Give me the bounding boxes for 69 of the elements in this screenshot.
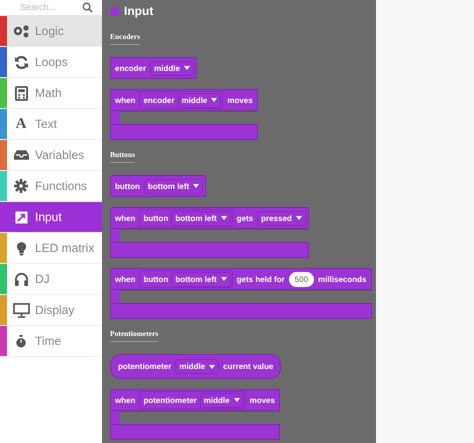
block-arm (110, 111, 120, 124)
block-label: gets (236, 214, 254, 222)
calculator-icon (14, 86, 28, 100)
code-block[interactable]: when button bottom left gets pressed (110, 207, 309, 229)
dropdown[interactable]: middle (200, 392, 244, 408)
dropdown[interactable]: bottom left (171, 272, 231, 286)
category-item[interactable]: Logic (0, 16, 102, 47)
bulb-icon (16, 240, 26, 256)
caret-icon (296, 216, 302, 220)
block-label: button (142, 214, 170, 222)
category-item[interactable]: DJ (0, 264, 102, 295)
flyout-title: Input (124, 4, 154, 18)
category-item[interactable]: Display (0, 295, 102, 326)
category-item[interactable]: LED matrix (0, 233, 102, 264)
caret-icon (184, 66, 190, 70)
code-block[interactable]: when encoder middle moves (110, 89, 258, 111)
caret-icon (193, 184, 200, 188)
category-item[interactable]: Time (0, 326, 102, 357)
refresh-icon (14, 54, 28, 70)
block-label: gets held for (236, 274, 286, 284)
block-label: encoder (142, 96, 176, 104)
code-block[interactable]: when potentiometer middle moves (110, 389, 280, 411)
dropdown[interactable]: middle (175, 359, 220, 374)
block-label: current value (222, 362, 274, 371)
category-item[interactable]: Loops (0, 47, 102, 78)
block-label: button (114, 182, 141, 190)
block-arm (110, 411, 120, 424)
headphones-icon (14, 272, 28, 286)
block-label: encoder (114, 64, 148, 72)
search-field[interactable]: Search... (20, 1, 82, 13)
gear-icon (14, 179, 28, 193)
code-block[interactable]: when button bottom left gets held for 500 milliseconds (110, 268, 372, 290)
caret-icon (220, 277, 227, 281)
caret-icon (211, 98, 218, 102)
category-icon (110, 6, 119, 16)
stopwatch-icon (15, 334, 27, 348)
block-label: potentiometer (117, 362, 172, 371)
block-label: milliseconds (317, 274, 368, 284)
block-label: moves (226, 96, 254, 104)
block-label: when (114, 274, 136, 284)
block-label: moves (248, 396, 276, 404)
block-label: when (114, 396, 136, 404)
letter-icon: A (16, 116, 26, 132)
search-icon[interactable] (82, 2, 93, 12)
dropdown[interactable]: bottom left (171, 210, 231, 226)
arrow-icon (14, 210, 28, 224)
code-block[interactable]: potentiometer middle current value (110, 354, 282, 379)
number-field[interactable]: 500 (288, 272, 314, 286)
category-item[interactable]: Variables (0, 140, 102, 171)
code-block[interactable]: encoder middle (110, 57, 197, 79)
block-label: when (114, 214, 136, 222)
caret-icon (220, 216, 227, 220)
category-item[interactable]: Input (0, 202, 102, 233)
dropdown[interactable]: middle (150, 60, 194, 76)
block-label: potentiometer (142, 396, 198, 404)
block-label: when (114, 96, 136, 104)
category-item[interactable]: Math (0, 78, 102, 109)
block-arm (110, 229, 120, 242)
tray-icon (12, 149, 30, 161)
monitor-icon (12, 302, 30, 318)
dropdown[interactable]: bottom left (144, 178, 204, 194)
block-label: button (142, 274, 170, 284)
gears-icon (12, 24, 30, 38)
block-arm (110, 290, 120, 303)
dropdown[interactable]: middle (178, 92, 222, 108)
caret-icon (234, 398, 240, 402)
dropdown[interactable]: pressed (257, 210, 306, 226)
caret-icon (209, 364, 216, 368)
code-block[interactable]: button bottom left (110, 175, 206, 197)
